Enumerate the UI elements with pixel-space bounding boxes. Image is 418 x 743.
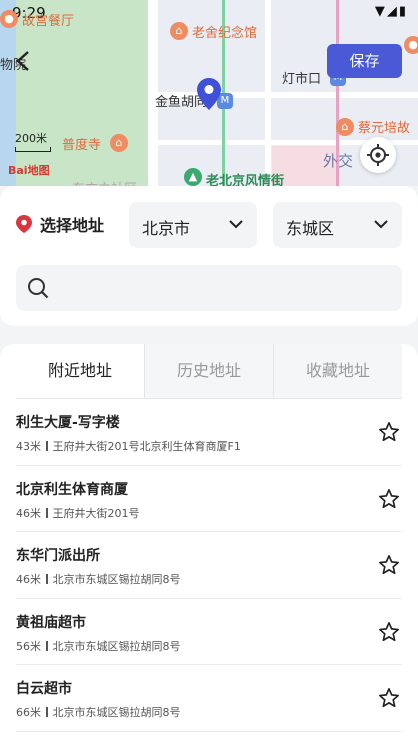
location-pin-icon [16,215,32,233]
city-select-value: 北京市 [142,219,191,238]
place-meta: 46米 北京市东城区锡拉胡同8号 [16,571,181,587]
list-item[interactable]: 北京利生体育商厦 46米 王府井大街201号 [16,466,402,532]
place-meta: 43米 王府井大街201号北京利生体育商厦F1 [16,438,241,454]
district-select-value: 东城区 [286,219,335,238]
tab-bar: 附近地址 历史地址 收藏地址 [16,344,402,398]
map-label-dengshikou: 灯市口 [282,72,322,87]
scenic-icon: ▲ [184,168,202,186]
map-scale: 200米 [15,130,51,152]
star-icon[interactable] [378,488,400,510]
places-list: 利生大厦-写字楼 43米 王府井大街201号北京利生体育商厦F1 北京利生体育商厦… [16,399,402,732]
status-icons: ▼◢▮ [374,4,408,19]
place-name: 白云超市 [16,681,72,697]
chevron-down-icon [229,220,243,229]
tab-favorites[interactable]: 收藏地址 [273,344,402,398]
district-select[interactable]: 东城区 [273,202,402,248]
list-item[interactable]: 利生大厦-写字楼 43米 王府井大街201号北京利生体育商厦F1 [16,399,402,466]
place-distance: 66米 [16,706,41,719]
place-distance: 46米 [16,506,41,520]
place-meta: 66米 北京市东城区锡拉胡同8号 [16,704,181,720]
map-label-gugong: 故宫餐厅 [22,14,75,29]
place-name: 北京利生体育商厦 [16,481,128,498]
map-label-dongfang: 东方之社区 [72,178,137,186]
map-label-laobeijing: 老北京风情街 [206,174,285,186]
chevron-down-icon [374,220,388,229]
museum-icon: ⌂ [336,118,354,136]
place-name: 利生大厦-写字楼 [16,415,120,431]
place-meta: 56米 北京市东城区锡拉胡同8号 [16,638,181,654]
place-address: 王府井大街201号 [52,506,140,520]
place-name: 黄祖庙超市 [16,614,86,631]
place-distance: 56米 [16,639,41,653]
star-icon[interactable] [378,554,400,576]
map-label-waijiao: 外交 [323,152,354,170]
tab-history[interactable]: 历史地址 [144,344,273,398]
place-address: 北京市东城区锡拉胡同8号 [52,573,181,586]
address-selector-card: 选择地址 北京市 东城区 [0,186,418,326]
place-address: 北京市东城区锡拉胡同8号 [52,706,181,719]
restaurant-icon: ● [0,10,18,28]
address-title-label: 选择地址 [40,216,105,235]
place-address: 北京市东城区锡拉胡同8号 [52,639,181,653]
list-item[interactable]: 白云超市 66米 北京市东城区锡拉胡同8号 [16,665,402,732]
address-title: 选择地址 [16,212,104,236]
place-name: 东华门派出所 [16,548,100,564]
back-button[interactable] [8,46,38,76]
places-card: 附近地址 历史地址 收藏地址 利生大厦-写字楼 43米 王府井大街201号北京利生… [0,344,418,743]
list-item[interactable]: 黄祖庙超市 56米 北京市东城区锡拉胡同8号 [16,599,402,665]
place-distance: 43米 [16,440,41,453]
map-label-caiyuanpei: 蔡元培故 [358,121,411,136]
locate-button[interactable] [360,137,396,173]
save-button[interactable]: 保存 [327,44,402,78]
search-icon [28,278,49,299]
place-address: 王府井大街201号北京利生体育商厦F1 [52,440,241,453]
crosshair-icon [367,144,389,166]
list-item[interactable]: 东华门派出所 46米 北京市东城区锡拉胡同8号 [16,532,402,599]
map-scale-label: 200米 [15,132,47,145]
map-location-pin-icon[interactable] [197,78,221,110]
search-input[interactable] [60,273,394,305]
back-arrow-icon [16,51,29,71]
search-box[interactable] [16,265,402,311]
map-label-pudu: 普度寺 [62,138,102,153]
baidu-logo: Bai地图 [8,164,50,177]
map-view[interactable]: 9:29 ▼◢▮ ● 故宫餐厅 ⌂ 老舍纪念馆 物院 灯市口 M 金鱼胡同 M … [0,0,418,186]
tab-nearby[interactable]: 附近地址 [16,344,144,398]
temple-icon: ⌂ [110,134,128,152]
star-icon[interactable] [378,687,400,709]
star-icon[interactable] [378,421,400,443]
map-label-laoshe: 老舍纪念馆 [192,26,258,41]
map-scale-bar [15,147,51,152]
restaurant-icon: ● [404,36,418,54]
museum-icon: ⌂ [170,22,188,40]
city-select[interactable]: 北京市 [129,202,257,248]
star-icon[interactable] [378,621,400,643]
place-distance: 46米 [16,573,41,586]
place-meta: 46米 王府井大街201号 [16,505,140,521]
